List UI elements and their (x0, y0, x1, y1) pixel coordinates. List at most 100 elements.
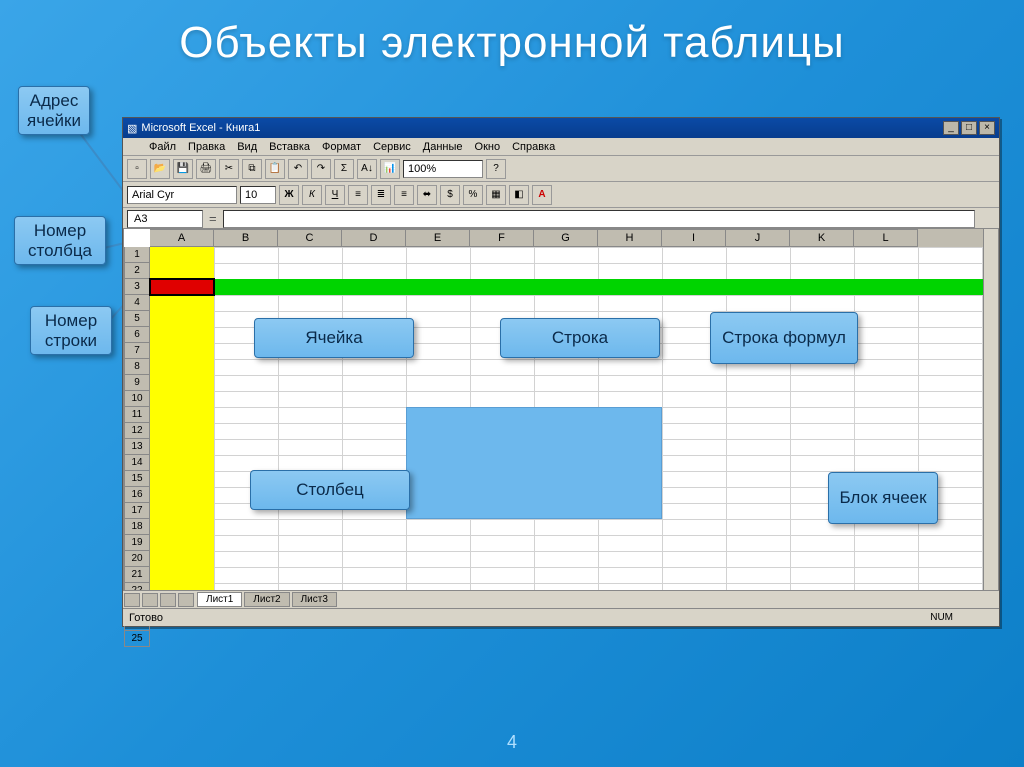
column-header[interactable]: J (726, 229, 790, 247)
help-icon[interactable]: ? (486, 159, 506, 179)
callout-block: Блок ячеек (828, 472, 938, 524)
column-header[interactable]: A (150, 229, 214, 247)
close-button[interactable]: × (979, 121, 995, 135)
row-header[interactable]: 11 (124, 407, 150, 423)
percent-icon[interactable]: % (463, 185, 483, 205)
row-header[interactable]: 14 (124, 455, 150, 471)
column-header[interactable]: D (342, 229, 406, 247)
row-header[interactable]: 3 (124, 279, 150, 295)
row-headers: 1234567891011121314151617181920212223242… (124, 247, 150, 607)
row-header[interactable]: 20 (124, 551, 150, 567)
minimize-button[interactable]: _ (943, 121, 959, 135)
tab-nav-prev-icon[interactable] (142, 593, 158, 607)
row-header[interactable]: 16 (124, 487, 150, 503)
print-icon[interactable]: 🖨 (196, 159, 216, 179)
excel-icon: ▧ (127, 122, 137, 135)
excel-titlebar: ▧ Microsoft Excel - Книга1 _ □ × (123, 118, 999, 138)
save-icon[interactable]: 💾 (173, 159, 193, 179)
slide-page-number: 4 (0, 732, 1024, 753)
tab-nav-next-icon[interactable] (160, 593, 176, 607)
align-right-icon[interactable]: ≡ (394, 185, 414, 205)
callout-column: Столбец (250, 470, 410, 510)
merge-icon[interactable]: ⬌ (417, 185, 437, 205)
redo-icon[interactable]: ↷ (311, 159, 331, 179)
align-center-icon[interactable]: ≣ (371, 185, 391, 205)
column-header[interactable]: K (790, 229, 854, 247)
column-header[interactable]: F (470, 229, 534, 247)
sort-asc-icon[interactable]: A↓ (357, 159, 377, 179)
row-header[interactable]: 1 (124, 247, 150, 263)
menu-format[interactable]: Формат (322, 141, 361, 153)
row-header[interactable]: 7 (124, 343, 150, 359)
maximize-button[interactable]: □ (961, 121, 977, 135)
menu-view[interactable]: Вид (237, 141, 257, 153)
row-header[interactable]: 8 (124, 359, 150, 375)
cell-area[interactable] (150, 247, 998, 607)
new-icon[interactable]: ▫ (127, 159, 147, 179)
column-header[interactable]: H (598, 229, 662, 247)
selection-frame (149, 278, 215, 296)
sum-icon[interactable]: Σ (334, 159, 354, 179)
menu-file[interactable]: Файл (149, 141, 176, 153)
column-header[interactable]: I (662, 229, 726, 247)
paste-icon[interactable]: 📋 (265, 159, 285, 179)
toolbar-formatting: Arial Cyr 10 Ж К Ч ≡ ≣ ≡ ⬌ $ % ▦ ◧ A (123, 182, 999, 208)
row-header[interactable]: 10 (124, 391, 150, 407)
menu-data[interactable]: Данные (423, 141, 463, 153)
row-header[interactable]: 17 (124, 503, 150, 519)
bold-icon[interactable]: Ж (279, 185, 299, 205)
vertical-scrollbar[interactable] (983, 228, 999, 608)
row-header[interactable]: 5 (124, 311, 150, 327)
chart-icon[interactable]: 📊 (380, 159, 400, 179)
column-header[interactable]: E (406, 229, 470, 247)
column-header[interactable]: B (214, 229, 278, 247)
sheet-tab-1[interactable]: Лист1 (197, 592, 242, 607)
row-header[interactable]: 19 (124, 535, 150, 551)
sheet-tab-2[interactable]: Лист2 (244, 592, 289, 607)
menu-tools[interactable]: Сервис (373, 141, 411, 153)
zoom-box[interactable]: 100% (403, 160, 483, 178)
tab-nav-last-icon[interactable] (178, 593, 194, 607)
column-headers: ABCDEFGHIJKL (150, 229, 998, 247)
column-header[interactable]: G (534, 229, 598, 247)
row-header[interactable]: 13 (124, 439, 150, 455)
font-color-icon[interactable]: A (532, 185, 552, 205)
sheet-tab-3[interactable]: Лист3 (292, 592, 337, 607)
row-header[interactable]: 2 (124, 263, 150, 279)
column-header[interactable]: L (854, 229, 918, 247)
font-size-box[interactable]: 10 (240, 186, 276, 204)
status-bar: Готово NUM (123, 608, 999, 626)
borders-icon[interactable]: ▦ (486, 185, 506, 205)
row-header[interactable]: 9 (124, 375, 150, 391)
row-header[interactable]: 6 (124, 327, 150, 343)
italic-icon[interactable]: К (302, 185, 322, 205)
underline-icon[interactable]: Ч (325, 185, 345, 205)
tab-nav-first-icon[interactable] (124, 593, 140, 607)
row-header[interactable]: 4 (124, 295, 150, 311)
cut-icon[interactable]: ✂ (219, 159, 239, 179)
open-icon[interactable]: 📂 (150, 159, 170, 179)
menu-edit[interactable]: Правка (188, 141, 225, 153)
align-left-icon[interactable]: ≡ (348, 185, 368, 205)
row-header[interactable]: 21 (124, 567, 150, 583)
row-header[interactable]: 15 (124, 471, 150, 487)
name-box[interactable]: A3 (127, 210, 203, 228)
highlighted-row (150, 279, 998, 295)
excel-title: Microsoft Excel - Книга1 (141, 122, 260, 134)
undo-icon[interactable]: ↶ (288, 159, 308, 179)
row-header[interactable]: 25 (124, 631, 150, 647)
formula-bar[interactable] (223, 210, 975, 228)
callout-row-number: Номер строки (30, 306, 112, 355)
spreadsheet-grid[interactable]: ABCDEFGHIJKL 123456789101112131415161718… (123, 228, 999, 608)
row-header[interactable]: 12 (124, 423, 150, 439)
column-header[interactable]: C (278, 229, 342, 247)
copy-icon[interactable]: ⧉ (242, 159, 262, 179)
menu-insert[interactable]: Вставка (269, 141, 310, 153)
fill-color-icon[interactable]: ◧ (509, 185, 529, 205)
currency-icon[interactable]: $ (440, 185, 460, 205)
menu-help[interactable]: Справка (512, 141, 555, 153)
menu-window[interactable]: Окно (475, 141, 501, 153)
callout-formula-bar: Строка формул (710, 312, 858, 364)
font-name-box[interactable]: Arial Cyr (127, 186, 237, 204)
row-header[interactable]: 18 (124, 519, 150, 535)
